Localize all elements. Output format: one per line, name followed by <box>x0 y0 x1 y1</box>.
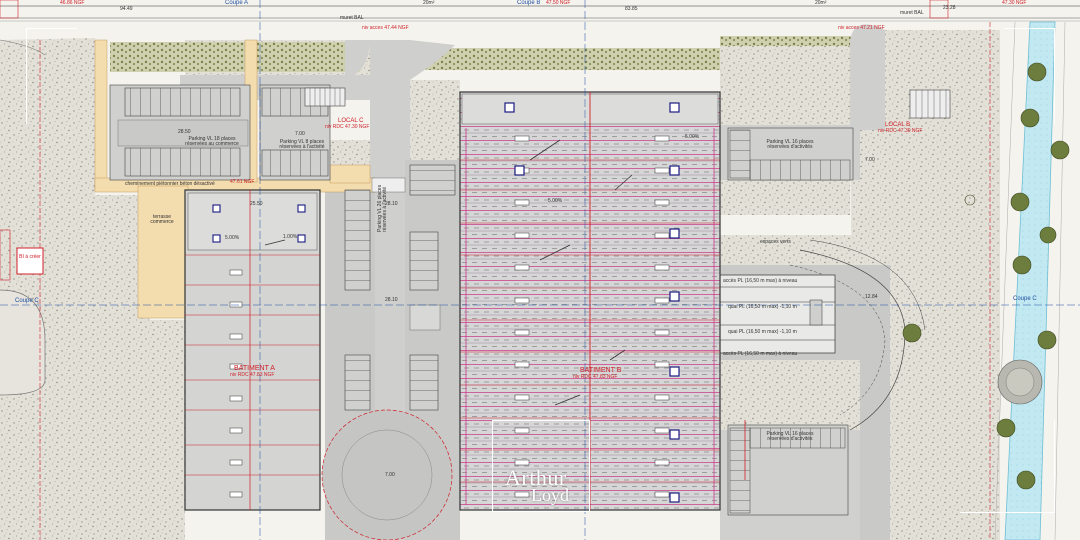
dim-7: 25.50 <box>250 201 263 207</box>
building-a-level: niv RDC 47.83 NGF <box>230 372 275 378</box>
parking-vl-16b-label: Parking VL 16 places réservées d'activit… <box>766 431 814 442</box>
dim-6: 28.50 <box>178 129 191 135</box>
section-label-c-left: Coupe C <box>15 298 39 304</box>
dim-8: 7.00 <box>295 131 305 137</box>
bi-creer-label: BI à créer <box>19 254 41 260</box>
acces-pl-2-label: accès PL (16,50 m max) à niveau <box>723 351 798 357</box>
logo-line-2: Loyd <box>531 485 569 505</box>
local-b-level: niv RDC 47.30 NGF <box>878 128 923 134</box>
parking-vl-16a-label: Parking VL 16 places réservées d'activit… <box>766 139 814 150</box>
terrasse-label: terrasse commerce <box>150 214 174 225</box>
dim-3: 23.28 <box>943 5 956 11</box>
frame-corner-tr <box>1004 28 1055 124</box>
dim-11: 28.10 <box>385 297 398 303</box>
section-label-c-right: Coupe C <box>1013 296 1037 302</box>
building-b-level: niv RDC 47.83 NGF <box>573 374 618 380</box>
dim-2: 83.85 <box>625 6 638 12</box>
section-label-b: Coupe B <box>517 0 541 6</box>
slope-4: 5.00% <box>685 134 700 140</box>
section-b-level: 47.50 NGF <box>546 0 571 6</box>
dim-12: 7.00 <box>385 472 395 478</box>
parking-vl-26-label: Parking VL 26 places réservées à l'activ… <box>377 184 388 232</box>
building-b-label: BATIMENT B <box>580 367 622 374</box>
dim-4: 20m² <box>423 0 435 6</box>
acces-pl-1-label: accès PL (16,50 m max) à niveau <box>723 278 798 284</box>
level-cheminement: 47.61 NGF <box>230 179 255 185</box>
quai-2-label: quai PL (16,50 m max) -1,10 m <box>728 329 797 335</box>
dim-13: 12.84 <box>865 294 878 300</box>
section-label-a: Coupe A <box>225 0 249 6</box>
parking-vl-18-label: Parking VL 18 places réservées au commer… <box>185 136 239 147</box>
muret-label-2: muret BAL <box>900 10 924 16</box>
slope-1: 5.00% <box>225 235 240 241</box>
dim-5: 20m² <box>815 0 827 6</box>
quai-1-label: quai PL (16,50 m max) -1,10 m <box>728 304 797 310</box>
site-plan: Coupe A Coupe B 47.50 NGF Coupe C Coupe … <box>0 0 1080 540</box>
level-top-right: 47.30 NGF <box>1002 0 1027 6</box>
building-a-label: BATIMENT A <box>234 365 275 372</box>
frame-corner-br <box>960 420 1055 513</box>
cheminement-label: cheminement piétonnier béton désactivé <box>125 181 215 187</box>
parking-vl-8-label: Parking VL 8 places réservées à l'activi… <box>279 139 325 150</box>
watermark-logo: Arthur Loyd <box>492 420 590 512</box>
local-c-level: niv RDC 47.30 NGF <box>325 124 370 130</box>
frame-corner-tl <box>26 28 77 124</box>
slope-3: 5.00% <box>548 198 563 204</box>
dim-1: 94.49 <box>120 6 133 12</box>
muret-label-1: muret BAL <box>340 15 364 21</box>
level-access-2: niv acces 47.21 NGF <box>838 25 885 31</box>
dim-9: 7.00 <box>865 157 875 163</box>
slope-2: 1.00% <box>283 234 298 240</box>
level-top-left: 46.86 NGF <box>60 0 85 6</box>
level-access-1: niv acces 47.44 NGF <box>362 25 409 31</box>
espaces-verts-label: espaces verts <box>760 239 791 245</box>
